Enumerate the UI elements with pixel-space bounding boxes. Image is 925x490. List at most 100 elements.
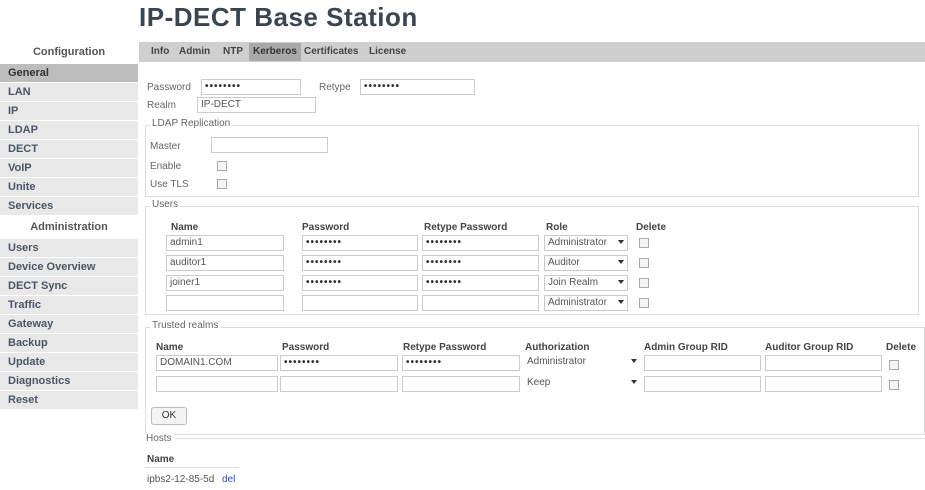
chevron-down-icon [618,300,624,304]
trusted-realms-legend: Trusted realms [150,320,221,331]
ldap-legend: LDAP Replication [150,118,233,129]
user-name-input[interactable]: joiner1 [166,275,284,291]
hosts-header-name: Name [147,454,175,465]
master-label: Master [150,141,181,152]
user-delete-checkbox[interactable] [639,298,649,308]
user-name-input[interactable]: auditor1 [166,255,284,271]
realm-input[interactable]: IP-DECT [197,97,316,113]
user-password-input[interactable] [302,295,418,311]
chevron-down-icon [631,359,637,363]
enable-checkbox[interactable] [217,161,227,171]
sidebar-item-device-overview[interactable]: Device Overview [0,258,138,277]
user-role-value: Administrator [548,297,607,308]
host-delete-link[interactable]: del [222,474,235,485]
sidebar-item-backup[interactable]: Backup [0,334,138,353]
trusted-delete-checkbox[interactable] [889,380,899,390]
user-name-input[interactable] [166,295,284,311]
user-name-input[interactable]: admin1 [166,235,284,251]
users-legend: Users [150,199,181,210]
users-header-retype: Retype Password [424,222,508,233]
realm-label: Realm [147,100,176,111]
chevron-down-icon [618,240,624,244]
sidebar-item-gateway[interactable]: Gateway [0,315,138,334]
tab-ntp[interactable]: NTP [219,43,247,61]
trusted-header-admin-rid: Admin Group RID [644,342,728,353]
sidebar-item-ldap[interactable]: LDAP [0,121,138,140]
users-header-name: Name [171,222,199,233]
user-retype-input[interactable]: •••••••• [422,275,539,291]
user-role-value: Administrator [548,237,607,248]
sidebar-item-reset[interactable]: Reset [0,391,138,410]
user-delete-checkbox[interactable] [639,258,649,268]
trusted-password-input[interactable]: •••••••• [280,355,398,371]
sidebar-item-update[interactable]: Update [0,353,138,372]
users-header-role: Role [546,222,568,233]
trusted-authorization-select[interactable]: Administrator [524,355,640,371]
ldap-fieldset [145,125,919,197]
trusted-authorization-select[interactable]: Keep [524,376,640,392]
tab-admin[interactable]: Admin [175,43,214,61]
hosts-row-divider [145,467,239,468]
trusted-name-input[interactable] [156,376,278,392]
trusted-header-name: Name [156,342,184,353]
sidebar-heading-configuration: Configuration [32,46,106,58]
user-delete-checkbox[interactable] [639,238,649,248]
kerberos-form: Password •••••••• Retype •••••••• Realm … [139,62,925,490]
use-tls-checkbox[interactable] [217,179,227,189]
chevron-down-icon [631,380,637,384]
password-input[interactable]: •••••••• [201,79,301,95]
admin-group-rid-input[interactable] [644,355,761,371]
user-password-input[interactable]: •••••••• [302,235,418,251]
user-password-input[interactable]: •••••••• [302,275,418,291]
tab-license[interactable]: License [365,43,410,61]
tab-certificates[interactable]: Certificates [300,43,362,61]
sidebar-item-general[interactable]: General [0,64,138,83]
user-role-select[interactable]: Join Realm [544,275,628,291]
sidebar-item-voip[interactable]: VoIP [0,159,138,178]
trusted-header-password: Password [282,342,330,353]
user-retype-input[interactable]: •••••••• [422,255,539,271]
user-role-value: Join Realm [548,277,599,288]
user-role-select[interactable]: Auditor [544,255,628,271]
retype-label: Retype [319,82,351,93]
master-input[interactable] [211,137,328,153]
sidebar-item-unite[interactable]: Unite [0,178,138,197]
chevron-down-icon [618,280,624,284]
trusted-name-input[interactable]: DOMAIN1.COM [156,355,278,371]
chevron-down-icon [618,260,624,264]
user-password-input[interactable]: •••••••• [302,255,418,271]
page-title: IP-DECT Base Station [139,2,418,32]
user-retype-input[interactable] [422,295,539,311]
auditor-group-rid-input[interactable] [765,355,882,371]
sidebar-item-ip[interactable]: IP [0,102,138,121]
trusted-retype-input[interactable] [402,376,520,392]
sidebar-item-lan[interactable]: LAN [0,83,138,102]
trusted-password-input[interactable] [280,376,398,392]
retype-input[interactable]: •••••••• [360,79,475,95]
user-delete-checkbox[interactable] [639,278,649,288]
trusted-authorization-value: Keep [527,377,551,388]
sidebar: Configuration General LAN IP LDAP DECT V… [0,40,138,490]
auditor-group-rid-input[interactable] [765,376,882,392]
sidebar-item-services[interactable]: Services [0,197,138,216]
trusted-retype-input[interactable]: •••••••• [402,355,520,371]
user-retype-input[interactable]: •••••••• [422,235,539,251]
trusted-header-authorization: Authorization [525,342,590,353]
sidebar-item-dect-sync[interactable]: DECT Sync [0,277,138,296]
trusted-header-retype: Retype Password [403,342,487,353]
trusted-header-auditor-rid: Auditor Group RID [765,342,854,353]
sidebar-item-diagnostics[interactable]: Diagnostics [0,372,138,391]
user-role-select[interactable]: Administrator [544,235,628,251]
tab-kerberos[interactable]: Kerberos [249,43,301,61]
admin-group-rid-input[interactable] [644,376,761,392]
sidebar-item-traffic[interactable]: Traffic [0,296,138,315]
tab-bar: Info Admin NTP Kerberos Certificates Lic… [139,42,925,62]
ok-button[interactable]: OK [151,407,187,425]
sidebar-item-users[interactable]: Users [0,239,138,258]
sidebar-item-dect[interactable]: DECT [0,140,138,159]
users-header-password: Password [302,222,350,233]
password-label: Password [147,82,191,93]
trusted-delete-checkbox[interactable] [889,360,899,370]
user-role-select[interactable]: Administrator [544,295,628,311]
tab-info[interactable]: Info [147,43,173,61]
